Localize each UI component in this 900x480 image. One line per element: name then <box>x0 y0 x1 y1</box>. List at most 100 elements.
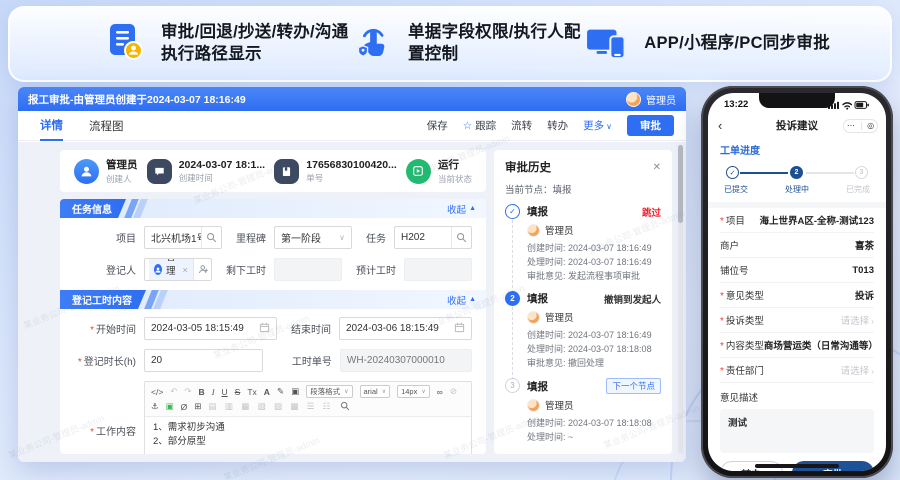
back-icon[interactable]: ‹ <box>718 119 722 132</box>
code-icon[interactable]: </> <box>151 387 163 397</box>
project-input[interactable]: 北兴机场1号航 <box>144 226 222 249</box>
feature-field-permissions: 单据字段权限/执行人配 置控制 <box>354 22 581 66</box>
description-label: 意见描述 <box>720 393 759 404</box>
user-avatar <box>626 91 641 107</box>
creator-info: 管理员 创建人 <box>74 157 138 185</box>
required-mark: * <box>90 427 94 438</box>
search-icon[interactable] <box>451 227 471 248</box>
summary-card: 管理员 创建人 2024-03-07 18:1... 创建时间 1765683010… <box>60 150 486 192</box>
phone-field-responsible-dept[interactable]: * 责任部门 请选择 › <box>720 358 874 383</box>
calendar-icon <box>454 322 465 336</box>
more-options-icon[interactable]: ⋯ <box>847 121 855 130</box>
underline-icon[interactable]: U <box>222 387 228 397</box>
end-time-input[interactable]: 2024-03-06 18:15:49 <box>339 317 472 340</box>
estimated-hours-label: 预计工时 <box>356 266 396 277</box>
editor-content[interactable]: 1、需求初步沟通 2、部分原型 <box>145 417 471 454</box>
vertical-scrollbar[interactable] <box>678 145 683 454</box>
phone-field-merchant[interactable]: 商户 喜茶 <box>720 233 874 258</box>
bold-icon[interactable]: B <box>199 387 205 397</box>
tab-bar: 详情 流程图 保存 ☆ 跟踪 流转 转办 更多 ∨ 审批 <box>18 111 686 141</box>
feature-text-line2: 执行路径显示 <box>161 45 262 63</box>
phone-field-shop-number[interactable]: 铺位号 T013 <box>720 258 874 283</box>
italic-icon[interactable]: I <box>212 387 215 397</box>
miniprogram-capsule[interactable]: ⋯ ◎ <box>843 118 878 133</box>
chevron-right-icon: › <box>871 316 874 326</box>
titlebar-user[interactable]: 管理员 <box>626 91 676 107</box>
milestone-select[interactable]: 第一阶段 ∨ <box>274 226 352 249</box>
duration-input[interactable]: 20 <box>144 349 263 372</box>
next-node-button[interactable]: 下一个节点 <box>606 378 661 394</box>
add-person-icon[interactable] <box>192 259 211 280</box>
phone-field-project[interactable]: * 项目 海上世界A区-全称-测试123 <box>720 208 874 233</box>
work-order-progress-title: 工单进度 <box>720 146 760 157</box>
phone-field-content-type[interactable]: * 内容类型 商场营运类（日常沟通等） <box>720 333 874 358</box>
registrant-input[interactable]: 管理员 × <box>144 258 212 281</box>
circulate-button[interactable]: 流转 <box>511 118 532 133</box>
link-icon[interactable]: ∞ <box>437 387 443 397</box>
task-input[interactable]: H202 <box>394 226 472 249</box>
strikethrough-icon[interactable]: S <box>235 387 241 397</box>
phone-field-opinion-type[interactable]: * 意见类型 投诉 <box>720 283 874 308</box>
font-size-select[interactable]: 14px ∨ <box>397 385 430 398</box>
tab-flowchart[interactable]: 流程图 <box>89 111 124 141</box>
approval-window: 报工审批-由管理员创建于2024-03-07 18:16:49 管理员 详情 流… <box>18 87 686 462</box>
track-button[interactable]: ☆ 跟踪 <box>463 118 496 133</box>
remove-tag-icon[interactable]: × <box>183 265 188 275</box>
window-titlebar: 报工审批-由管理员创建于2024-03-07 18:16:49 管理员 <box>18 87 686 111</box>
approve-button[interactable]: 审批 <box>627 115 674 136</box>
collapse-up-icon: ▲ <box>469 205 476 212</box>
font-family-select[interactable]: arial ∨ <box>359 385 391 398</box>
start-time-input[interactable]: 2024-03-05 18:15:49 <box>144 317 277 340</box>
highlight-icon[interactable]: ✎ <box>277 386 284 397</box>
description-textarea[interactable]: 测试 <box>720 409 874 453</box>
unlink-icon[interactable]: ⊘ <box>450 386 457 397</box>
step-number: 2 <box>505 291 520 306</box>
step-submitted-check-icon: ✓ <box>726 166 739 179</box>
attachment-icon[interactable]: Ø <box>181 402 188 412</box>
image-icon[interactable]: ▣ <box>166 401 174 412</box>
search-icon[interactable] <box>340 401 350 413</box>
section-worktime: 登记工时内容 收起 ▲ <box>60 290 486 309</box>
registrant-tag[interactable]: 管理员 × <box>149 259 193 280</box>
work-content-row: * 工作内容 </> ↶ ↷ B I U S Tx A ✎ ▣ 段落格式 ∨ a… <box>60 381 472 454</box>
history-item: 3 填报 下一个节点 管理员 创建时间: 2024-03-07 18:18:08 … <box>505 378 661 452</box>
history-title: 审批历史 <box>505 162 551 174</box>
table-icon[interactable]: ⊞ <box>194 401 201 412</box>
estimated-hours-field <box>404 258 472 281</box>
avatar <box>527 223 540 237</box>
history-item: ✓ 填报 跳过 管理员 创建时间: 2024-03-07 18:16:49 处理时… <box>505 204 661 293</box>
person-icon <box>154 264 162 275</box>
current-node-text: 当前节点：填报 <box>505 185 572 196</box>
fullscreen-icon[interactable]: ▣ <box>291 386 299 397</box>
more-button[interactable]: 更多 ∨ <box>583 118 612 133</box>
phone-field-complaint-type[interactable]: * 投诉类型 请选择 › <box>720 308 874 333</box>
step-processing-node: 2 <box>790 166 803 179</box>
collapse-toggle[interactable]: 收起 ▲ <box>447 293 476 307</box>
milestone-label: 里程碑 <box>236 234 266 245</box>
end-time-label: 结束时间 <box>291 325 331 336</box>
redo-icon[interactable]: ↷ <box>184 386 191 397</box>
undo-icon[interactable]: ↶ <box>170 386 177 397</box>
clear-format-icon[interactable]: Tx <box>247 387 256 397</box>
scrollbar-thumb[interactable] <box>678 145 683 223</box>
window-title: 报工审批-由管理员创建于2024-03-07 18:16:49 <box>28 93 246 106</box>
font-color-icon[interactable]: A <box>264 387 270 397</box>
rich-text-editor[interactable]: </> ↶ ↷ B I U S Tx A ✎ ▣ 段落格式 ∨ arial ∨ … <box>144 381 472 454</box>
collapse-toggle[interactable]: 收起 ▲ <box>447 202 476 216</box>
status-info: 运行 当前状态 <box>405 157 472 185</box>
section-title: 登记工时内容 <box>60 290 146 309</box>
feature-multi-device: APP/小程序/PC同步审批 <box>586 23 830 66</box>
transfer-button[interactable]: 转办 <box>547 118 568 133</box>
feature-text-line1: APP/小程序/PC同步审批 <box>644 34 830 53</box>
paragraph-format-select[interactable]: 段落格式 ∨ <box>306 385 353 398</box>
save-button[interactable]: 保存 <box>427 118 448 133</box>
phone-notch <box>759 93 835 108</box>
tab-detail[interactable]: 详情 <box>40 111 63 141</box>
star-icon: ☆ <box>462 120 473 132</box>
avatar <box>527 398 540 412</box>
search-icon[interactable] <box>201 227 221 248</box>
anchor-icon[interactable]: ⚓ <box>151 401 159 412</box>
close-icon[interactable]: ✕ <box>653 162 661 173</box>
document-user-icon <box>105 22 145 67</box>
close-target-icon[interactable]: ◎ <box>867 121 874 130</box>
